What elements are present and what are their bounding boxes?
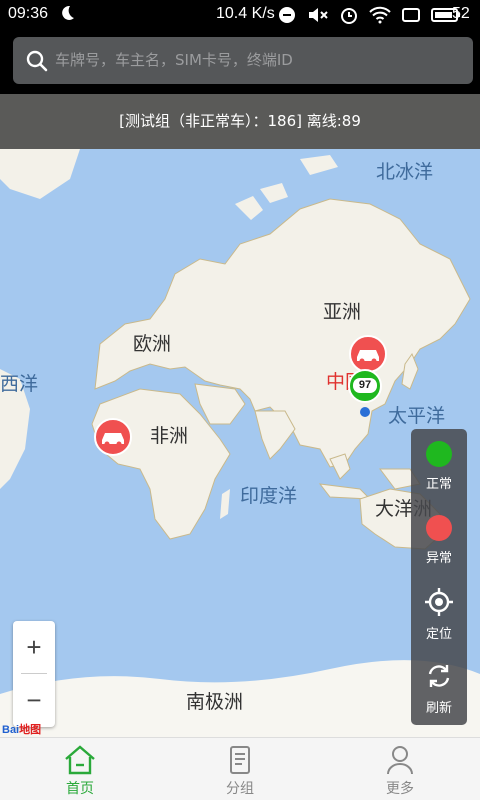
- notification-icon: [279, 7, 295, 23]
- tab-more-label: 更多: [386, 781, 414, 797]
- locate-button[interactable]: 定位: [411, 577, 467, 647]
- map-label-europe: 欧洲: [133, 333, 172, 355]
- refresh-label: 刷新: [425, 701, 452, 716]
- refresh-button[interactable]: 刷新: [411, 651, 467, 721]
- filter-abnormal-button[interactable]: 异常: [411, 503, 467, 573]
- wifi-icon: [369, 6, 391, 24]
- search-input[interactable]: [55, 45, 455, 75]
- status-bar: 09:36 10.4 K/s 52: [0, 0, 480, 30]
- screen-icon: [402, 8, 420, 22]
- map-label-antarctica: 南极洲: [186, 691, 244, 713]
- group-status-banner: [测试组（非正常车）：186] 离线:89: [0, 94, 480, 149]
- map-view[interactable]: 北冰洋 亚洲 欧洲 西洋 中国 太平洋 非洲 印度洋 大洋洲 南极洲 97 + …: [0, 149, 480, 737]
- alarm-icon: [341, 8, 357, 24]
- moon-icon: [62, 5, 74, 20]
- filter-normal-button[interactable]: 正常: [411, 429, 467, 499]
- home-icon: [65, 745, 95, 775]
- battery-percent: 52: [452, 5, 470, 22]
- map-label-africa: 非洲: [150, 425, 189, 447]
- abnormal-status-dot-icon: [426, 515, 452, 541]
- normal-status-dot-icon: [426, 441, 452, 467]
- baidu-map-logo: Bai地图: [2, 721, 41, 737]
- map-label-pacific: 太平洋: [388, 405, 446, 427]
- map-side-panel: 正常 异常 定位 刷新: [411, 429, 467, 725]
- tab-home[interactable]: 首页: [0, 738, 160, 800]
- tab-more[interactable]: 更多: [320, 738, 480, 800]
- world-map: [0, 149, 480, 737]
- user-icon: [387, 746, 413, 775]
- group-list-icon: [230, 746, 250, 774]
- cluster-count: 97: [358, 379, 372, 391]
- tab-home-label: 首页: [66, 781, 94, 797]
- vehicle-cluster-marker[interactable]: 97: [346, 368, 384, 418]
- zoom-control: + −: [13, 621, 55, 727]
- map-label-atlantic: 西洋: [0, 373, 39, 395]
- refresh-icon: [428, 665, 450, 687]
- bottom-nav: 首页 分组 更多: [0, 737, 480, 800]
- logo-text-2: 地图: [19, 724, 42, 736]
- map-label-asia: 亚洲: [323, 301, 362, 323]
- map-label-indian-ocean: 印度洋: [240, 485, 298, 507]
- mute-icon: [309, 8, 328, 22]
- search-bar[interactable]: [13, 37, 473, 84]
- network-speed: 10.4 K/s: [216, 5, 275, 22]
- tab-group[interactable]: 分组: [160, 738, 320, 800]
- locate-label: 定位: [425, 627, 452, 642]
- zoom-in-button[interactable]: +: [13, 621, 55, 673]
- cluster-pin-icon: [348, 369, 382, 417]
- abnormal-vehicle-marker[interactable]: [93, 417, 133, 457]
- logo-text: Bai: [2, 724, 20, 736]
- filter-normal-label: 正常: [425, 477, 452, 492]
- map-label-arctic-ocean: 北冰洋: [376, 161, 434, 183]
- clock: 09:36: [8, 5, 49, 22]
- filter-abnormal-label: 异常: [425, 551, 452, 566]
- search-icon: [26, 50, 48, 72]
- locate-icon: [425, 588, 453, 616]
- zoom-out-button[interactable]: −: [13, 674, 55, 726]
- tab-group-label: 分组: [226, 781, 254, 797]
- search-header: [0, 30, 480, 94]
